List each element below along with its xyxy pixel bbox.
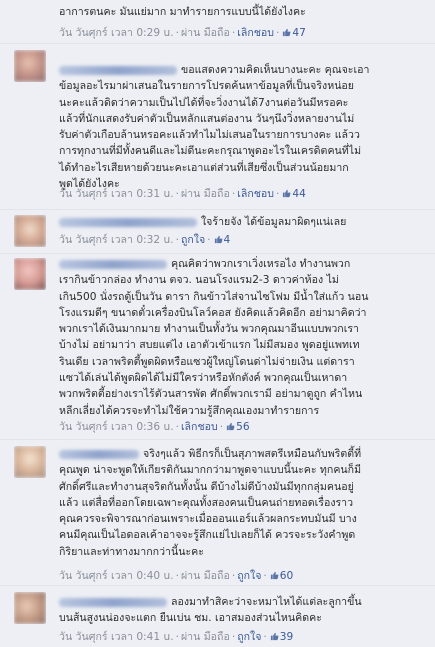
like-count[interactable]: 39 [280, 631, 293, 643]
comment-meta: วัน วันศุกร์ เวลา 0:31 u. · ผ่าน มือถือ · เล… [59, 188, 306, 200]
comment-text: โรงแรมดีๆ ขนาดตั๋วเครื่องบินโลว์คอส ยังค… [59, 306, 367, 319]
comment-text: ลองมาทำสิคะว่าจะหมาไหได้แต่ละลูกาขึ้น [59, 594, 427, 610]
comment-text: บ้างไม่ อย่ามาว่า สบยแต่ไง เอาตัวเข้าแรก… [59, 339, 360, 352]
commenter-name[interactable] [59, 217, 197, 227]
comment-meta: วัน วันศุกร์ เวลา 0:36 u. · เลิกชอบ · 56 [59, 421, 250, 433]
comment-text: คุณคิดว่าพวกเราเวิ่งเหรอไง ทำงานพวก [59, 256, 427, 272]
comment-time[interactable]: วัน วันศุกร์ เวลา 0:29 u. [59, 27, 174, 39]
comment-item: ขอแสดงความคิดเห็นบางนะคะ คุณจะเอา ข้อมูล… [0, 44, 435, 210]
avatar[interactable] [14, 592, 46, 624]
like-link[interactable]: ถูกใจ [237, 570, 261, 582]
thumbs-up-icon [214, 234, 223, 244]
avatar[interactable] [14, 50, 46, 82]
comment-text: พวกเราได้เงินมากมาย ทำงานเป็นทั้งวัน พวก… [59, 323, 359, 336]
comment-text: แล้ว แต่สื่อที่ออกโดยเฉพาะคุณทั้งสองคนเป… [59, 496, 354, 509]
comment-item: คุณคิดว่าพวกเราเวิ่งเหรอไง ทำงานพวก เราก… [0, 254, 435, 440]
comment-flag: ผ่าน มือถือ [180, 27, 230, 39]
comment-time[interactable]: วัน วันศุกร์ เวลา 0:36 u. [59, 421, 174, 433]
comment-time[interactable]: วัน วันศุกร์ เวลา 0:32 u. [59, 234, 174, 246]
comment-text: แซวได้เล่นได้พูดผิดได้ไม่มีใครว่าหรือหัก… [59, 372, 348, 385]
comment-flag: ผ่าน มือถือ [180, 188, 230, 200]
comment-item: ใจร้ายจัง ได้ข้อมูลมาผิดๆแน่เลย วัน วันศ… [0, 210, 435, 254]
comment-text: ใจร้ายจัง ได้ข้อมูลมาผิดๆแน่เลย [59, 214, 427, 230]
unlike-link[interactable]: เลิกชอบ [237, 188, 274, 200]
comment-time[interactable]: วัน วันศุกร์ เวลา 0:31 u. [59, 188, 174, 200]
comment-text: ขอแสดงความคิดเห็นบางนะคะ คุณจะเอา [59, 62, 427, 78]
like-count[interactable]: 4 [224, 234, 231, 246]
comment-text: ได้ทำอะไรเสียหายด้วยนะคะเอาแต่ส่วนที่เสี… [59, 161, 349, 174]
comment-text: กิริยาและท่าทางมากกว่านี้นะคะ [59, 545, 204, 558]
like-count[interactable]: 47 [292, 27, 305, 39]
like-count[interactable]: 60 [280, 570, 293, 582]
comment-item: จริงๆแล้ว พิธีกรก็เป็นสุภาพสตรีเหมือนกับ… [0, 440, 435, 586]
thumbs-up-icon [270, 631, 279, 641]
avatar[interactable] [14, 215, 46, 247]
comment-text: คนมีคุณเป็นไอดอลเค้าอาจจะรู้สึกแย่ไปเลยก… [59, 529, 356, 542]
comment-text: คุณพูด น่าจะพูดให้เกียรติกันมากกว่ามาพูด… [59, 464, 362, 477]
comment-meta: วัน วันศุกร์ เวลา 0:32 u. · ถูกใจ · 4 [59, 234, 231, 246]
comment-flag: ผ่าน มือถือ [180, 570, 230, 582]
comment-text: คุณควรจะพิจารณาก่อนเพราะเมื่อออนแอร์แล้ว… [59, 513, 357, 526]
avatar[interactable] [14, 446, 46, 478]
comment-text: เกิน500 นั่งรถตู้เป็นวัน ดารา กินข้าวไส่… [59, 290, 369, 303]
comment-time[interactable]: วัน วันศุกร์ เวลา 0:40 u. [59, 570, 174, 582]
comment-text: การทุกงานที่มีทั้งคนดีและไม่ดีนะคะกรุณาพ… [59, 145, 362, 158]
commenter-name[interactable] [59, 65, 177, 75]
like-count[interactable]: 44 [292, 188, 305, 200]
comment-item: ลองมาทำสิคะว่าจะหมาไหได้แต่ละลูกาขึ้น บน… [0, 586, 435, 647]
comment-text: พวกพริตตี้อย่างเราไร้ตัวนสารพัด ศักดิ์พว… [59, 388, 363, 401]
comment-time[interactable]: วัน วันศุกร์ เวลา 0:41 u. [59, 631, 174, 643]
thumbs-up-icon [282, 27, 291, 37]
comment-meta: วัน วันศุกร์ เวลา 0:40 u. · ผ่าน มือถือ · ถู… [59, 570, 294, 582]
comment-text: ศักดิ์ศรีและทำงานสุจริตกันทั้งนั้น ดีบ้า… [59, 480, 354, 493]
comment-item: อาการตนคะ มันแย่มาก มาทำรายการแบบนี้ได้ย… [0, 0, 435, 44]
comment-feed: อาการตนคะ มันแย่มาก มาทำรายการแบบนี้ได้ย… [0, 0, 435, 647]
comment-flag: ผ่าน มือถือ [180, 631, 230, 643]
commenter-name[interactable] [59, 597, 167, 607]
comment-text: จริงๆแล้ว พิธีกรก็เป็นสุภาพสตรีเหมือนกับ… [59, 446, 427, 462]
like-count[interactable]: 56 [236, 421, 249, 433]
like-link[interactable]: ถูกใจ [237, 631, 261, 643]
comment-text: หลีกเลี่ยงได้ควรจะทำไม่ใช้ความรู้สึกคุณเ… [59, 404, 320, 417]
comment-text: บนส้นสูงนน่องจะแตก ยืนเบ่น ชม. เอาสมองส่… [59, 612, 322, 625]
commenter-name[interactable] [59, 259, 167, 269]
commenter-name[interactable] [59, 449, 139, 459]
comment-text: อาการตนคะ มันแย่มาก มาทำรายการแบบนี้ได้ย… [59, 6, 306, 18]
comment-text: นะคะแล้วดิดว่าความเป็นไปได้ที่จะวิ่งงานไ… [59, 96, 349, 109]
avatar[interactable] [14, 258, 46, 290]
unlike-link[interactable]: เลิกชอบ [237, 27, 274, 39]
comment-text: รับค่าตัวเกือบล้านหรอคะแล้วทำไมไม่เสนอใน… [59, 129, 360, 142]
comment-meta: วัน วันศุกร์ เวลา 0:41 u. · ผ่าน มือถือ · ถู… [59, 631, 294, 643]
like-link[interactable]: ถูกใจ [181, 234, 205, 246]
thumbs-up-icon [270, 570, 279, 580]
comment-meta: วัน วันศุกร์ เวลา 0:29 u. · ผ่าน มือถือ · เล… [59, 27, 306, 39]
unlike-link[interactable]: เลิกชอบ [181, 421, 218, 433]
comment-text: รินเดีย เวลาพริตตี้พูดผิดหรือแซวผู้ใหญ่โ… [59, 355, 355, 368]
comment-text: แล้วที่นักแสดงรับค่าตัวเป็นหลักแสนต่องาน… [59, 112, 355, 125]
comment-text: ข้อมูลอะไรมาผ่าเสนอในรายการโปรดค้นหาข้อม… [59, 80, 355, 93]
thumbs-up-icon [226, 421, 235, 431]
thumbs-up-icon [282, 188, 291, 198]
comment-text: เรากินข้าวกล่อง ทำงาน ตจว. นอนโรงแรม2-3 … [59, 274, 339, 287]
